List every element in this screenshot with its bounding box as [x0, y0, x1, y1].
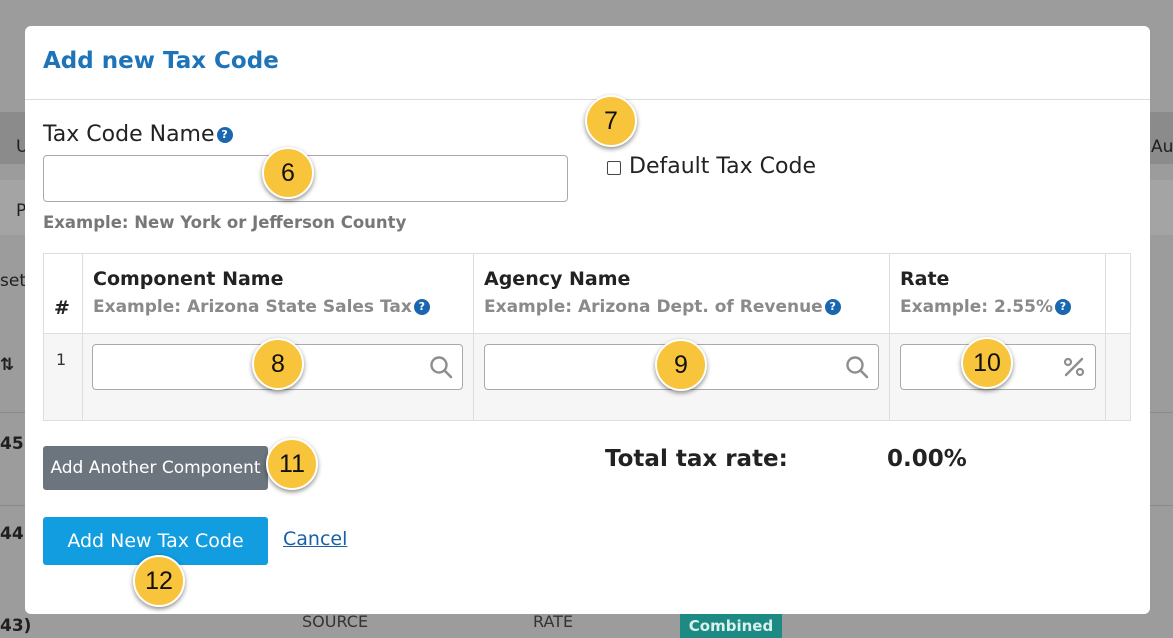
default-tax-code-checkbox[interactable] — [607, 161, 621, 175]
callout-badge: 7 — [585, 95, 637, 147]
background-text: Au — [1151, 137, 1173, 157]
header-rate-hint: Example: 2.55%? — [900, 297, 1071, 317]
default-tax-code-label[interactable]: Default Tax Code — [629, 154, 816, 179]
header-component-name: Component Name — [93, 268, 284, 290]
modal-divider — [25, 99, 1150, 100]
callout-badge: 6 — [262, 147, 314, 199]
help-icon[interactable]: ? — [216, 127, 233, 143]
total-tax-rate-value: 0.00% — [887, 446, 967, 472]
header-agency-name: Agency Name — [484, 268, 631, 290]
background-text: 43) — [0, 616, 32, 636]
header-component-name-hint-text: Example: Arizona State Sales Tax — [93, 297, 412, 317]
callout-badge: 12 — [133, 555, 185, 607]
percent-icon — [1063, 357, 1085, 377]
search-icon — [846, 356, 869, 379]
callout-badge: 10 — [961, 337, 1013, 389]
modal-title: Add new Tax Code — [43, 48, 279, 74]
header-rate: Rate — [900, 268, 950, 290]
search-icon — [430, 356, 453, 379]
combined-badge: Combined — [680, 614, 782, 638]
callout-badge: 8 — [252, 338, 304, 390]
column-index — [44, 254, 83, 420]
background-column-header: SOURCE — [302, 612, 369, 631]
components-table: # Component Name Example: Arizona State … — [43, 253, 1131, 421]
header-component-name-hint: Example: Arizona State Sales Tax? — [93, 297, 430, 317]
header-agency-name-hint-text: Example: Arizona Dept. of Revenue — [484, 297, 823, 317]
help-icon[interactable]: ? — [413, 299, 430, 315]
row-index: 1 — [56, 350, 67, 369]
callout-badge: 11 — [266, 438, 318, 490]
background-column-header: RATE — [533, 612, 574, 631]
total-tax-rate-label: Total tax rate: — [605, 446, 788, 472]
cancel-link[interactable]: Cancel — [283, 528, 347, 550]
callout-badge: 9 — [655, 339, 707, 391]
header-index: # — [54, 297, 70, 319]
background-text: set — [0, 271, 26, 291]
help-icon[interactable]: ? — [824, 299, 841, 315]
sort-icon[interactable]: ⇅ — [0, 355, 14, 375]
tax-code-name-label-text: Tax Code Name — [43, 122, 215, 147]
header-agency-name-hint: Example: Arizona Dept. of Revenue? — [484, 297, 841, 317]
tax-code-name-hint: Example: New York or Jefferson County — [43, 213, 407, 232]
help-icon[interactable]: ? — [1054, 299, 1071, 315]
header-rate-hint-text: Example: 2.55% — [900, 297, 1053, 317]
tax-code-name-label: Tax Code Name? — [43, 122, 233, 147]
add-another-component-button[interactable]: Add Another Component — [43, 446, 268, 490]
